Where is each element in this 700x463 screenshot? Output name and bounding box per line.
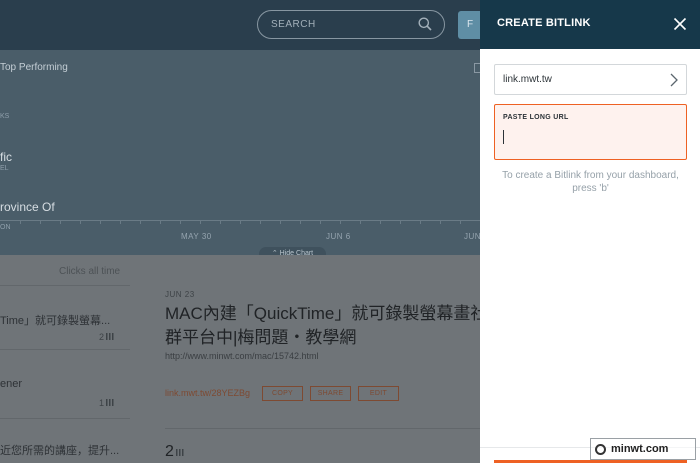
chart-axis [0,220,480,224]
share-button[interactable]: SHARE [310,386,351,401]
chart-row-sub: KS [0,113,10,120]
axis-date-label: JUN [464,232,480,241]
bar-chart-icon [175,449,186,456]
divider [165,428,480,429]
chart-row-name: fic [0,150,12,164]
list-item-count: 2 [99,332,116,342]
list-item-title[interactable]: Time」就可錄製螢幕... [0,312,110,328]
list-item-title[interactable]: ener [0,378,22,390]
long-url-label: PASTE LONG URL [503,114,569,121]
short-link[interactable]: link.mwt.tw/28YEZBg [165,388,250,398]
link-date: JUN 23 [165,290,195,299]
link-title: MAC內建「QuickTime」就可錄製螢幕畫社群平台中|梅問題・教學網 [165,304,480,347]
bar-chart-icon [106,333,116,340]
watermark-logo-icon [595,444,606,455]
domain-value: link.mwt.tw [503,74,552,85]
search-input[interactable]: SEARCH [257,10,445,39]
divider [0,349,130,350]
detail-click-count: 2 [165,443,186,461]
edit-button[interactable]: EDIT [358,386,399,401]
copy-button[interactable]: COPY [262,386,303,401]
drawer-header: CREATE BITLINK [480,0,700,49]
chevron-right-icon [670,73,678,87]
search-placeholder: SEARCH [271,19,316,30]
top-navigation-bar: SEARCH F [0,0,480,50]
long-url-field[interactable]: PASTE LONG URL [494,104,687,160]
chart-row-sub: ON [0,224,11,231]
link-long-url[interactable]: http://www.minwt.com/mac/15742.html [165,351,319,361]
watermark: minwt.com [590,438,696,460]
axis-date-label: MAY 30 [181,232,212,241]
domain-select[interactable]: link.mwt.tw [494,64,687,95]
close-icon[interactable] [673,17,687,31]
keyboard-hint: To create a Bitlink from your dashboard,… [502,170,679,194]
long-url-input[interactable] [502,127,678,145]
clicks-header: Clicks all time [59,266,121,277]
top-performing-label: Top Performing [0,62,68,73]
bar-chart-icon [106,399,116,406]
watermark-text: minwt.com [611,443,669,455]
divider [0,418,130,419]
chart-row-name: rovince Of [0,200,55,214]
chart-row-sub: EL [0,165,9,172]
list-item-title[interactable]: 近您所需的講座，提升... [0,442,119,458]
drawer-title: CREATE BITLINK [497,17,591,29]
text-cursor [503,130,504,144]
create-bitlink-drawer: CREATE BITLINK link.mwt.tw PASTE LONG UR… [480,0,700,463]
search-icon[interactable] [418,17,432,31]
create-button[interactable]: F [458,11,480,39]
link-list: Time」就可錄製螢幕... 2 ener 1 近您所需的講座，提升... [0,280,130,463]
axis-date-label: JUN 6 [326,232,351,241]
chart-area: Top Performing KS fic EL rovince Of ON M… [0,50,480,261]
list-item-count: 1 [99,398,116,408]
background-app: SEARCH F Top Performing KS fic EL rovinc… [0,0,480,463]
